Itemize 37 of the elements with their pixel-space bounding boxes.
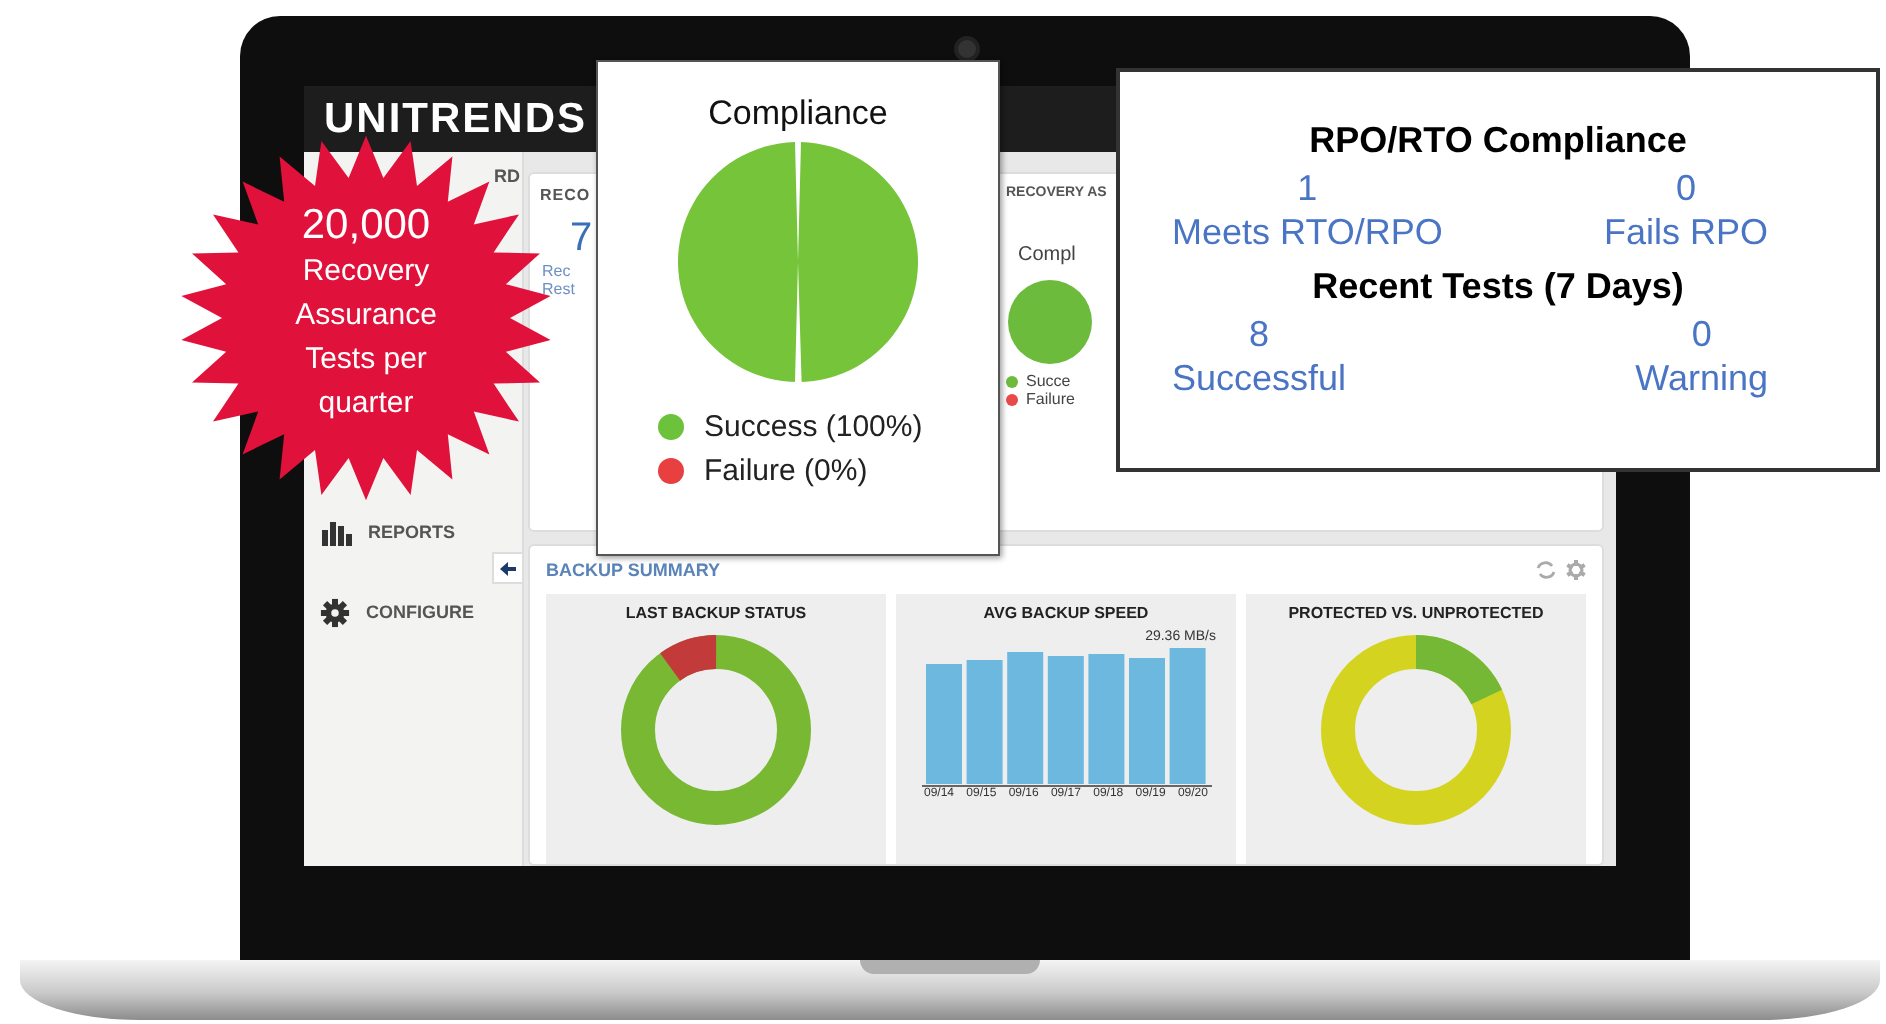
bar-chart-icon [320,518,352,546]
sidebar-item[interactable]: CONFIGURE [320,572,522,652]
stat-label: Fails RPO [1603,210,1768,254]
panel-title: RECO [540,186,591,204]
section-title: Recent Tests (7 Days) [1310,266,1686,308]
chart-title: LAST BACKUP STATUS [625,604,807,622]
stat-value: 7 [570,216,593,262]
stat-value: 0 [1675,166,1696,210]
stat-label: Rest [542,280,575,298]
section-title: RPO/RTO Compliance [1307,120,1689,162]
stat-label: Rec [542,262,571,280]
legend-label: Success (100%) [704,410,923,444]
panel-title: BACKUP SUMMARY [546,560,723,580]
sidebar-item[interactable]: RD [494,164,522,188]
stat-value: 8 [1249,312,1270,356]
settings-icon[interactable] [1566,560,1586,580]
stat-value: 0 [1691,312,1712,356]
chart-title: Compl [1018,244,1076,266]
callout-title: Compliance [708,94,888,134]
refresh-icon[interactable] [1536,560,1556,580]
chart-title: AVG BACKUP SPEED [983,604,1149,622]
left-arrow-icon [500,561,516,575]
app-logo: UNITRENDS [324,95,588,143]
camera-icon [954,36,980,62]
legend-label: Failure (0%) [704,454,868,488]
stat-label: Warning [1635,356,1768,400]
legend-label: Succe [1026,372,1071,390]
legend-label: Failure [1026,390,1075,408]
collapse-button[interactable] [492,552,524,584]
gear-icon [320,597,350,627]
stat-label: Successful [1172,356,1347,400]
stat-value: 1 [1297,166,1318,210]
sidebar-item[interactable]: REPORTS [320,492,522,572]
badge-number: 20,000 [301,202,431,250]
badge-text: Recovery Assurance Tests per quarter [293,252,439,424]
chart-title: PROTECTED VS. UNPROTECTED [1288,604,1544,622]
stat-label: Meets RTO/RPO [1172,210,1443,254]
